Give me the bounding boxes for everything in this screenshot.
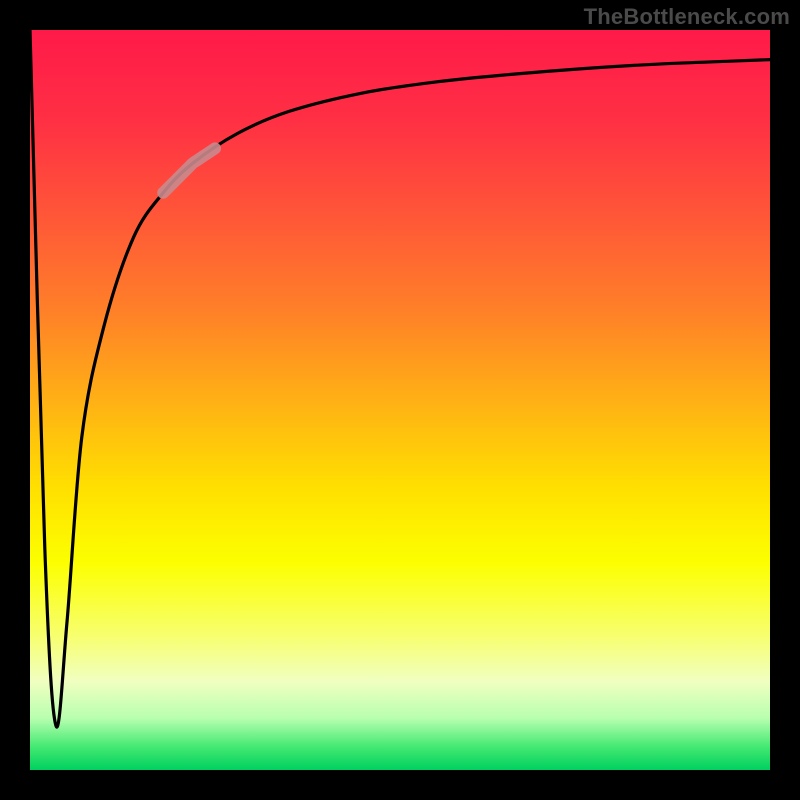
curve-svg [30, 30, 770, 770]
watermark-label: TheBottleneck.com [584, 4, 790, 30]
chart-container: TheBottleneck.com [0, 0, 800, 800]
highlight-segment [163, 148, 215, 192]
plot-area [30, 30, 770, 770]
main-curve [163, 148, 215, 192]
main-curve [30, 30, 770, 727]
